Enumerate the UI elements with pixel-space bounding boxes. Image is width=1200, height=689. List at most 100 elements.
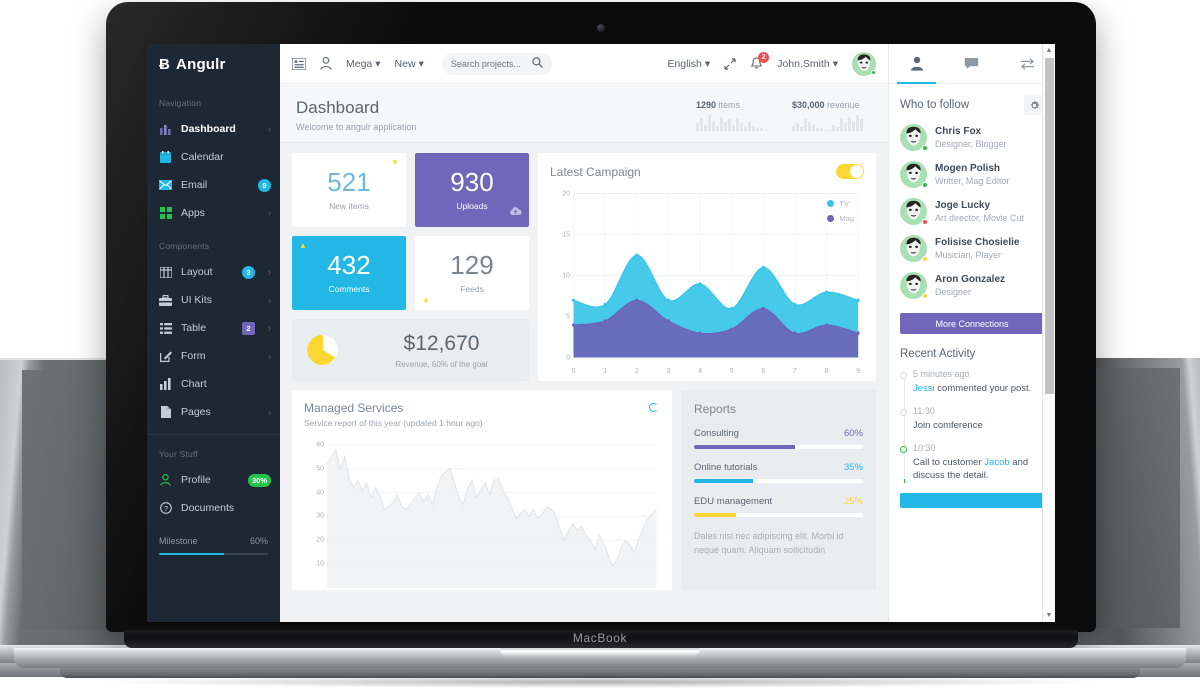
chevron-down-icon: ▾ bbox=[418, 57, 424, 70]
tab-messages[interactable] bbox=[944, 44, 999, 83]
language-selector[interactable]: English ▾ bbox=[667, 58, 710, 70]
comment-icon bbox=[965, 58, 979, 69]
campaign-title: Latest Campaign bbox=[550, 164, 641, 179]
managed-title: Managed Services bbox=[304, 401, 404, 415]
search-input[interactable] bbox=[450, 58, 531, 69]
user-outline-icon[interactable] bbox=[320, 57, 332, 70]
tile-label: Feeds bbox=[460, 284, 484, 294]
page-scrollbar[interactable]: ▲ ▼ bbox=[1042, 44, 1055, 622]
columns-icon bbox=[159, 266, 172, 279]
report-label: Consulting bbox=[694, 428, 739, 439]
timeline-item: 11:30 Join comference bbox=[900, 405, 1044, 433]
brand-mark-icon: Ƀ bbox=[159, 55, 171, 73]
sidebar-item-calendar[interactable]: Calendar bbox=[147, 143, 280, 171]
person-role: Writter, Mag Editor bbox=[935, 176, 1010, 186]
sidebar-heading-navigation: Navigation bbox=[159, 98, 202, 108]
milestone-value: 60% bbox=[249, 536, 268, 546]
sidebar-item-apps[interactable]: Apps › bbox=[147, 199, 280, 227]
macbook-shadow bbox=[120, 676, 1080, 688]
webcam-icon bbox=[597, 24, 605, 32]
revenue-caption: Revenue, 60% of the goal bbox=[395, 359, 488, 369]
legend-item[interactable]: TV bbox=[827, 199, 854, 208]
expand-icon[interactable] bbox=[724, 57, 736, 70]
tile-new-items[interactable]: ▼ 521 New items bbox=[292, 153, 406, 227]
chevron-right-icon: › bbox=[268, 351, 271, 361]
avatar bbox=[900, 198, 928, 225]
tile-comments[interactable]: ▲ 432 Comments bbox=[292, 236, 406, 310]
list-item[interactable]: Mogen Polish Writter, Mag Editor bbox=[900, 161, 1044, 188]
list-item[interactable]: Folisise Chosielie Musician, Player bbox=[900, 235, 1044, 262]
list-item[interactable]: Chris Fox Designer, Blogger bbox=[900, 124, 1044, 151]
mega-menu-button[interactable]: Mega ▾ bbox=[346, 58, 381, 70]
chevron-right-icon: › bbox=[268, 323, 271, 333]
sidebar-item-label: Table bbox=[181, 322, 207, 334]
report-bar-fill bbox=[694, 445, 796, 449]
more-connections-button[interactable]: More Connections bbox=[900, 313, 1044, 334]
sidebar-item-label: Layout bbox=[181, 266, 213, 278]
notifications-button[interactable]: 2 bbox=[750, 52, 770, 70]
search-icon[interactable] bbox=[532, 55, 543, 73]
milestone-progress-fill bbox=[159, 553, 225, 555]
menu-list-icon[interactable] bbox=[292, 57, 306, 70]
toggle-knob bbox=[850, 165, 863, 178]
activity-link[interactable]: Jacob bbox=[984, 457, 1009, 468]
tile-label: Uploads bbox=[456, 201, 488, 211]
svg-text:?: ? bbox=[163, 504, 167, 513]
gear-icon[interactable] bbox=[1024, 95, 1044, 115]
sparkline-items bbox=[696, 115, 776, 131]
list-item[interactable]: Joge Lucky Art director, Movie Cut bbox=[900, 198, 1044, 225]
report-label: EDU management bbox=[694, 496, 773, 507]
managed-services-card: Managed Services Service report of this … bbox=[292, 390, 672, 590]
chevron-down-icon: ▾ bbox=[704, 57, 711, 70]
stats-column: ▼ 521 New items 930 Uploads ▲ 432 Commen… bbox=[292, 153, 529, 381]
tab-people[interactable] bbox=[889, 44, 944, 84]
activity-time: 11:30 bbox=[913, 405, 935, 416]
legend-item[interactable]: Mag bbox=[827, 214, 854, 223]
activity-time: 5 minutes ago bbox=[913, 369, 970, 379]
sidebar-item-email[interactable]: Email 9 bbox=[147, 171, 280, 199]
sidebar-item-chart[interactable]: Chart bbox=[147, 370, 280, 398]
activity-time: 10:30 bbox=[913, 442, 936, 453]
sidebar-badge-email: 9 bbox=[258, 178, 271, 192]
status-dot bbox=[922, 219, 928, 225]
user-menu-button[interactable]: John.Smith ▾ bbox=[777, 58, 838, 70]
new-menu-label: New bbox=[394, 57, 416, 70]
legend-label: TV bbox=[839, 199, 849, 208]
sidebar-item-label: Documents bbox=[181, 502, 235, 514]
timeline-line bbox=[903, 373, 905, 478]
status-dot bbox=[922, 145, 928, 151]
tile-feeds[interactable]: ▲ 129 Feeds bbox=[415, 236, 529, 310]
search-box[interactable] bbox=[441, 52, 552, 75]
header-stat-revenue: $30,000 revenue bbox=[792, 100, 872, 131]
topbar-right-group: English ▾ 2 John.Smith ▾ bbox=[667, 51, 876, 76]
avatar[interactable] bbox=[852, 51, 876, 76]
chevron-right-icon: › bbox=[268, 267, 271, 277]
sidebar-item-label: Apps bbox=[181, 207, 205, 219]
sidebar-item-dashboard[interactable]: Dashboard › bbox=[147, 115, 280, 143]
list-item[interactable]: Aron Gonzalez Designer bbox=[900, 272, 1044, 299]
cloud-upload-icon bbox=[509, 203, 522, 221]
screenshot-stage: Ƀ Angulr Navigation Dashboard › Calendar… bbox=[0, 0, 1200, 689]
new-menu-button[interactable]: New ▾ bbox=[395, 58, 424, 70]
sidebar-item-layout[interactable]: Layout 3 › bbox=[147, 258, 280, 286]
sidebar-item-profile[interactable]: Profile 30% bbox=[147, 466, 280, 494]
activity-link[interactable]: Jessi bbox=[913, 383, 935, 394]
brand-logo[interactable]: Ƀ Angulr bbox=[147, 44, 280, 84]
sidebar-item-table[interactable]: Table 2 › bbox=[147, 314, 280, 342]
tile-uploads[interactable]: 930 Uploads bbox=[415, 153, 529, 227]
right-panel: Who to follow Chris Fox Designer, Blogge… bbox=[888, 44, 1055, 622]
scroll-up-arrow-icon[interactable]: ▲ bbox=[1043, 44, 1055, 57]
activity-highlight-bar[interactable] bbox=[900, 493, 1044, 509]
scroll-down-arrow-icon[interactable]: ▼ bbox=[1043, 609, 1055, 622]
sidebar-item-pages[interactable]: Pages › bbox=[147, 398, 280, 426]
sidebar-item-ui-kits[interactable]: UI Kits › bbox=[147, 286, 280, 314]
timeline-line-active bbox=[903, 479, 905, 484]
caret-down-icon: ▼ bbox=[391, 158, 399, 167]
report-bar-edu-management bbox=[694, 513, 863, 517]
caret-up-icon: ▲ bbox=[299, 241, 307, 250]
campaign-toggle[interactable] bbox=[836, 164, 864, 179]
sidebar-item-documents[interactable]: ? Documents bbox=[147, 494, 280, 522]
sidebar-item-label: Dashboard bbox=[181, 123, 236, 135]
sidebar-item-form[interactable]: Form › bbox=[147, 342, 280, 370]
scrollbar-thumb[interactable] bbox=[1045, 58, 1054, 394]
